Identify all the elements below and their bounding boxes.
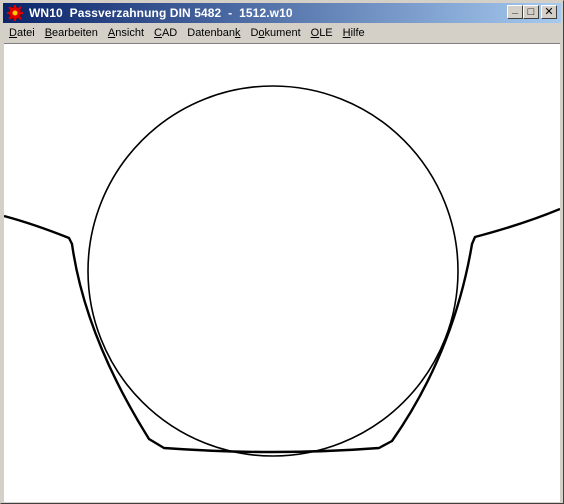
window-controls: _ □ ✕ [507,2,557,19]
maximize-icon: □ [527,5,535,18]
menu-datei[interactable]: Datei [3,27,39,39]
menu-ole[interactable]: OLE [305,27,337,39]
close-icon: ✕ [544,5,554,18]
menu-cad[interactable]: CAD [148,27,181,39]
spline-profile-drawing [4,85,560,457]
menu-ansicht[interactable]: Ansicht [102,27,148,39]
drawing-canvas[interactable] [4,43,560,502]
menu-dokument[interactable]: Dokument [244,27,304,39]
app-gear-icon[interactable] [7,5,23,21]
menu-hilfe[interactable]: Hilfe [337,27,369,39]
menu-bearbeiten[interactable]: Bearbeiten [39,27,102,39]
minimize-icon: _ [511,2,519,15]
measuring-circle [87,85,459,457]
minimize-button[interactable]: _ [507,2,523,19]
title-bar[interactable]: WN10 Passverzahnung DIN 5482 - 1512.w10 … [3,3,561,23]
close-button[interactable]: ✕ [541,5,557,19]
tooth-gap-profile [4,207,560,454]
application-window: WN10 Passverzahnung DIN 5482 - 1512.w10 … [0,0,564,504]
maximize-button[interactable]: □ [523,5,539,19]
window-title: WN10 Passverzahnung DIN 5482 - 1512.w10 [29,6,293,20]
menu-datenbank[interactable]: Datenbank [181,27,244,39]
menu-bar: Datei Bearbeiten Ansicht CAD Datenbank D… [3,24,561,42]
